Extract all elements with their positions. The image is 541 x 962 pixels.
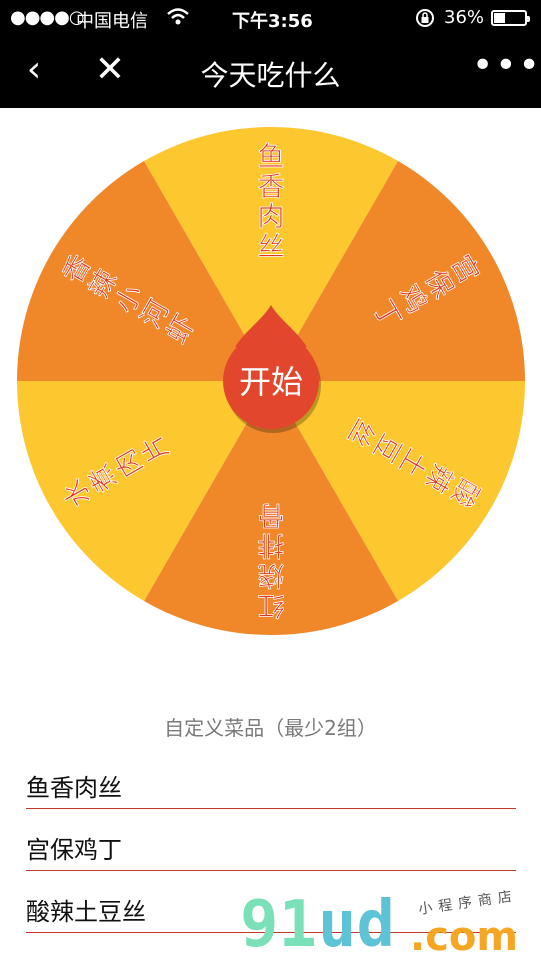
wheel-segment-label-char: 骨 bbox=[258, 499, 285, 530]
dish-input[interactable]: 鱼香肉丝 bbox=[26, 758, 516, 809]
wheel-segment-label-char: 排 bbox=[258, 529, 285, 560]
signal-strength-icon: ●●●●○ bbox=[10, 7, 85, 28]
dish-input[interactable]: 酸辣土豆丝 bbox=[26, 882, 516, 933]
clock-time: 下午3:56 bbox=[232, 11, 313, 32]
food-wheel[interactable]: 鱼香肉丝宫保鸡丁酸辣土豆丝红烧排骨水煮肉片香辣小河虾开始 bbox=[16, 126, 526, 636]
dish-input-value: 酸辣土豆丝 bbox=[26, 898, 146, 926]
dish-input[interactable]: 宫保鸡丁 bbox=[26, 820, 516, 871]
wheel-segment-label-char: 鱼 bbox=[258, 142, 285, 173]
more-options-icon[interactable]: ••• bbox=[472, 48, 540, 90]
start-button-label: 开始 bbox=[239, 363, 303, 401]
page-title: 今天吃什么 bbox=[200, 59, 341, 92]
wheel-segment-label-char: 肉 bbox=[258, 202, 285, 233]
status-bar: ●●●●○ 中国电信 下午3:56 36% bbox=[0, 0, 541, 36]
battery-icon bbox=[491, 10, 530, 26]
battery-level bbox=[494, 13, 505, 23]
wheel-segment-label-char: 丝 bbox=[258, 232, 285, 263]
battery-percent: 36% bbox=[444, 7, 485, 28]
wheel-segment-label-char: 红 bbox=[258, 589, 285, 620]
custom-dishes-title: 自定义菜品（最少2组） bbox=[164, 716, 377, 740]
wifi-icon bbox=[166, 7, 190, 32]
wheel-segment-label-char: 香 bbox=[258, 172, 285, 203]
navigation-bar: ‹ ✕ 今天吃什么 ••• bbox=[0, 36, 541, 108]
rotation-lock-icon bbox=[414, 7, 436, 34]
dish-input-value: 宫保鸡丁 bbox=[26, 836, 122, 864]
dish-input-value: 鱼香肉丝 bbox=[26, 774, 122, 802]
wheel-graphic: 鱼香肉丝宫保鸡丁酸辣土豆丝红烧排骨水煮肉片香辣小河虾开始 bbox=[17, 127, 525, 635]
wheel-segment-label-char: 烧 bbox=[258, 559, 285, 590]
carrier-name: 中国电信 bbox=[76, 11, 148, 32]
